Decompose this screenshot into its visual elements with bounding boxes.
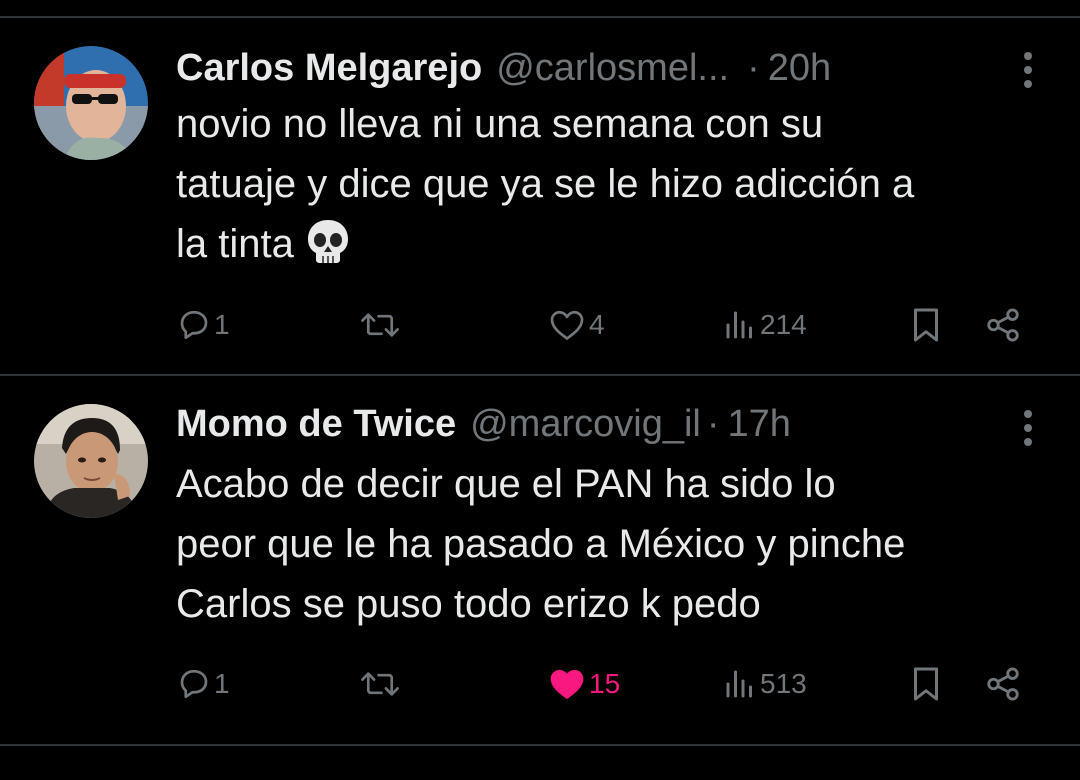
repost-button[interactable] — [358, 303, 402, 347]
tweet-2[interactable]: Momo de Twice @marcovig_il · 17h Acabo d… — [0, 376, 1080, 744]
skull-emoji — [304, 217, 352, 282]
avatar[interactable] — [34, 404, 148, 518]
bookmark-button[interactable] — [908, 303, 944, 347]
author-handle[interactable]: @carlosmel... — [496, 44, 729, 92]
like-count: 15 — [589, 668, 621, 699]
repost-icon — [358, 307, 402, 343]
like-button[interactable]: 15 — [547, 662, 620, 706]
timestamp[interactable]: 20h — [768, 44, 831, 92]
tweet-text-line: novio no lleva ni una semana con su — [176, 102, 824, 146]
reply-icon — [176, 307, 212, 343]
like-icon — [547, 666, 587, 702]
tweet-text: novio no lleva ni una semana con su tatu… — [176, 94, 1056, 274]
more-icon[interactable] — [1022, 408, 1034, 448]
tweet-header: Momo de Twice @marcovig_il · 17h — [176, 400, 791, 448]
views-count: 513 — [760, 668, 807, 699]
divider — [0, 744, 1080, 746]
more-icon[interactable] — [1022, 50, 1034, 90]
views-button[interactable]: 513 — [722, 662, 807, 706]
tweet-1[interactable]: Carlos Melgarejo @carlosmel... · 20h nov… — [0, 18, 1080, 374]
timeline: Carlos Melgarejo @carlosmel... · 20h nov… — [0, 0, 1080, 780]
share-icon — [984, 306, 1022, 344]
like-count: 4 — [589, 309, 605, 340]
author-name[interactable]: Carlos Melgarejo — [176, 44, 482, 92]
tweet-text: Acabo de decir que el PAN ha sido lo peo… — [176, 454, 1056, 634]
author-handle[interactable]: @marcovig_il — [470, 400, 701, 448]
reply-count: 1 — [214, 309, 230, 340]
tweet-text-line: Acabo de decir que el PAN ha sido lo — [176, 462, 836, 506]
tweet-text-line: tatuaje y dice que ya se le hizo adicció… — [176, 162, 915, 206]
views-button[interactable]: 214 — [722, 303, 807, 347]
reply-button[interactable]: 1 — [176, 303, 230, 347]
tweet-text-line: peor que le ha pasado a México y pinche — [176, 522, 906, 566]
repost-icon — [358, 666, 402, 702]
views-icon — [722, 666, 758, 702]
share-button[interactable] — [984, 303, 1022, 347]
bookmark-icon — [908, 664, 944, 704]
tweet-header: Carlos Melgarejo @carlosmel... · 20h — [176, 44, 831, 92]
like-button[interactable]: 4 — [547, 303, 605, 347]
tweet-text-line: la tinta — [176, 222, 294, 266]
reply-icon — [176, 666, 212, 702]
share-button[interactable] — [984, 662, 1022, 706]
bookmark-icon — [908, 305, 944, 345]
reply-count: 1 — [214, 668, 230, 699]
reply-button[interactable]: 1 — [176, 662, 230, 706]
separator: · — [747, 47, 760, 89]
repost-button[interactable] — [358, 662, 402, 706]
share-icon — [984, 665, 1022, 703]
timestamp[interactable]: 17h — [728, 400, 791, 448]
bookmark-button[interactable] — [908, 662, 944, 706]
avatar[interactable] — [34, 46, 148, 160]
author-name[interactable]: Momo de Twice — [176, 400, 456, 448]
like-icon — [547, 307, 587, 343]
tweet-text-line: Carlos se puso todo erizo k pedo — [176, 582, 761, 626]
views-count: 214 — [760, 309, 807, 340]
views-icon — [722, 307, 758, 343]
separator: · — [706, 403, 720, 445]
